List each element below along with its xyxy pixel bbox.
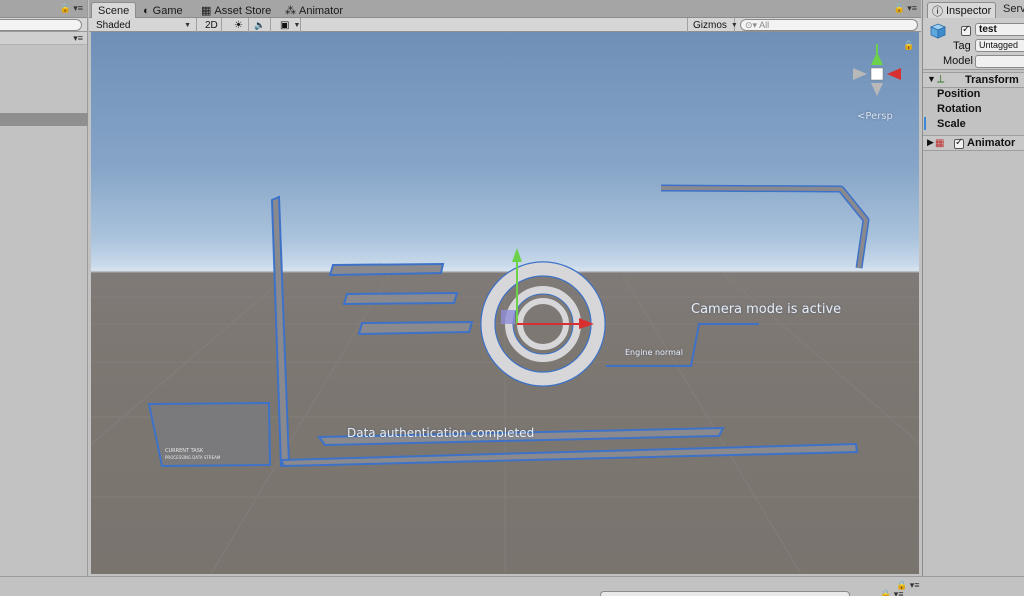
rotation-label[interactable]: Rotation (937, 103, 982, 115)
info-panel-text-2: PROCESSING DATA STREAM (165, 455, 221, 460)
scene-viewport[interactable]: CURRENT TASK PROCESSING DATA STREAM Came… (91, 32, 919, 574)
scale-label[interactable]: Scale (937, 118, 966, 130)
model-label: Model (943, 55, 973, 67)
object-active-checkbox[interactable] (961, 24, 971, 37)
transform-component-header[interactable]: ▼ ⟂ Transform (923, 72, 1024, 88)
camera-mode-label: Camera mode is active (691, 302, 842, 317)
image-icon: ▣ (280, 19, 290, 31)
object-header: test Tag Untagged Model (923, 18, 1024, 70)
sun-icon: ☀ (234, 19, 243, 31)
game-icon: ◐ (143, 4, 150, 17)
scene-panel: # Scene ◐ Game ▦ Asset Store ⁂ Animator … (89, 0, 921, 576)
effects-dropdown[interactable]: ▣ ▼ (275, 18, 301, 32)
animator-icon: ⁂ (285, 5, 296, 17)
menu-bar-1 (328, 262, 445, 277)
search-icon: ⊙▾ (745, 20, 758, 30)
shading-mode-dropdown[interactable]: Shaded ▼ (91, 18, 197, 32)
tag-label: Tag (953, 40, 971, 52)
hierarchy-options-menu[interactable]: ▾≡ (73, 33, 83, 44)
transform-label: Transform (965, 74, 1019, 86)
tab-inspector[interactable]: ⓘ Inspector (927, 2, 997, 18)
chevron-down-icon: ▼ (730, 21, 738, 29)
scene-search-placeholder: All (759, 20, 770, 30)
gizmos-label: Gizmos (693, 19, 727, 31)
shading-mode-label: Shaded (96, 19, 131, 31)
bottom-controls-right[interactable]: 🔒 ▾≡ (880, 589, 903, 596)
bottom-slider[interactable] (600, 591, 850, 596)
tab-game[interactable]: ◐ Game (137, 2, 189, 18)
info-icon: ⓘ (932, 5, 943, 18)
persp-text: Persp (865, 111, 893, 122)
scene-search-input[interactable]: ⊙▾ All (740, 19, 918, 31)
orientation-gizmo[interactable] (853, 44, 901, 96)
inspector-panel: ⓘ Inspector Serv test Tag Untagged Model… (922, 0, 1024, 576)
speaker-icon: 🔈 (254, 19, 266, 30)
tab-asset-store[interactable]: ▦ Asset Store (195, 2, 277, 18)
hierarchy-selected-row[interactable] (0, 113, 88, 126)
data-auth-label: Data authentication completed (347, 426, 535, 440)
object-name-field[interactable]: test (975, 23, 1024, 36)
animator-component-icon: ▦ (935, 138, 945, 149)
unity-editor: 🔒 ▾≡ ▾≡ # Scene ◐ Game ▦ Asset Store (0, 0, 1024, 596)
animator-label: Animator (967, 137, 1016, 149)
tab-services[interactable]: Serv (1003, 3, 1024, 15)
info-panel-text-1: CURRENT TASK (165, 448, 204, 454)
hierarchy-search-input[interactable] (0, 19, 82, 31)
menu-bar-2 (342, 291, 459, 306)
chevron-down-icon: ▼ (293, 21, 301, 29)
chevron-down-icon: ▼ (184, 21, 191, 29)
foldout-arrow-icon[interactable]: ▼ (927, 74, 936, 84)
scene-tabbar: # Scene ◐ Game ▦ Asset Store ⁂ Animator … (89, 0, 921, 18)
audio-toggle-button[interactable]: 🔈 (249, 18, 271, 32)
bottom-panel-header: 🔒 ▾≡ 🔒 ▾≡ (0, 576, 1024, 596)
model-field[interactable] (975, 55, 1024, 68)
tag-dropdown[interactable]: Untagged (975, 39, 1024, 52)
toggle-2d-label: 2D (205, 19, 218, 31)
hierarchy-tabbar: 🔒 ▾≡ (0, 0, 87, 18)
persp-label[interactable]: <Persp (857, 111, 893, 122)
top-right-bracket-outline (660, 184, 870, 269)
gizmos-dropdown[interactable]: Gizmos ▼ (687, 18, 738, 32)
callout-line (606, 323, 759, 367)
scene-window-controls[interactable]: 🔒 ▾≡ (894, 3, 917, 14)
store-icon: ▦ (201, 5, 212, 17)
toggle-2d-button[interactable]: 2D (200, 18, 222, 32)
scale-focus-indicator (924, 117, 926, 130)
lock-icon[interactable]: 🔒 (903, 40, 914, 51)
scene-toolbar: Shaded ▼ 2D ☀ 🔈 ▣ ▼ Gizmos ▼ ⊙▾ All (89, 18, 921, 32)
tab-animator-label: Animator (299, 4, 344, 17)
cube-icon (929, 22, 947, 40)
animator-component-header[interactable]: ▶ ▦ Animator (923, 135, 1024, 151)
menu-bar-3 (357, 320, 474, 336)
hierarchy-window-controls[interactable]: 🔒 ▾≡ (60, 3, 83, 14)
tab-animator[interactable]: ⁂ Animator (279, 2, 349, 18)
tab-game-label: Game (152, 4, 183, 17)
hierarchy-subheader: ▾≡ (0, 32, 87, 45)
left-pillar (270, 195, 291, 468)
bottom-bar (279, 442, 859, 468)
tab-scene-label: Scene (98, 5, 130, 17)
hierarchy-panel: 🔒 ▾≡ ▾≡ (0, 0, 88, 576)
position-label[interactable]: Position (937, 88, 980, 100)
engine-normal-label: Engine normal (625, 348, 683, 357)
tab-scene[interactable]: # Scene (91, 2, 137, 18)
tab-inspector-label: Inspector (946, 4, 992, 17)
transform-icon: ⟂ (937, 73, 945, 85)
foldout-arrow-icon[interactable]: ▶ (927, 137, 934, 148)
animator-enabled-checkbox[interactable] (954, 137, 964, 150)
tab-asset-store-label: Asset Store (214, 4, 272, 17)
top-right-bracket (660, 186, 868, 269)
lighting-toggle-button[interactable]: ☀ (229, 18, 249, 32)
hierarchy-toolbar (0, 18, 87, 32)
